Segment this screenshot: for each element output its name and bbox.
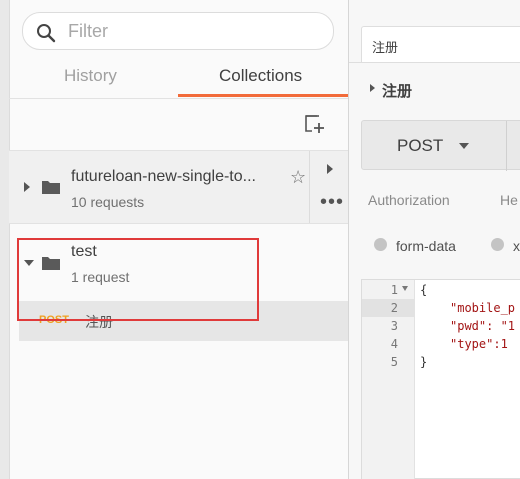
sidebar-edge: [0, 0, 10, 479]
collection-name: futureloan-new-single-to...: [71, 168, 256, 185]
code-line: "pwd": "1: [450, 319, 516, 333]
annotation-highlight-box: [17, 238, 259, 321]
urlencoded-label: x: [513, 238, 520, 254]
line-number: 4: [390, 337, 398, 351]
tab-divider: [9, 98, 348, 99]
line-gutter: 1 2 3 4 5: [362, 280, 415, 479]
line-number: 3: [390, 319, 398, 333]
fold-arrow-icon[interactable]: [402, 286, 408, 291]
open-collection-icon[interactable]: [327, 164, 333, 174]
url-divider: [506, 121, 507, 171]
method-select[interactable]: POST: [361, 120, 520, 171]
line-number: 5: [390, 355, 398, 369]
request-panel: 注册 注册 POST Authorization He form-data x …: [349, 0, 520, 479]
request-title: 注册: [382, 83, 413, 100]
form-data-label: form-data: [396, 238, 456, 254]
line-number: 1: [390, 283, 398, 297]
folder-icon: [42, 181, 60, 194]
tab-history[interactable]: History: [64, 66, 117, 86]
line-number: 2: [390, 301, 398, 315]
tab-headers[interactable]: He: [500, 192, 518, 208]
collection-request-count: 10 requests: [71, 194, 145, 210]
search-placeholder: Filter: [68, 21, 108, 41]
request-tab-label: 注册: [372, 40, 399, 55]
new-collection-icon[interactable]: [304, 114, 326, 134]
tab-collections[interactable]: Collections: [219, 66, 302, 86]
star-icon[interactable]: ☆: [290, 167, 306, 188]
tab-bar-divider: [349, 62, 520, 63]
tab-authorization[interactable]: Authorization: [368, 192, 450, 208]
radio-urlencoded[interactable]: [491, 238, 504, 251]
code-line: "type":1: [450, 337, 508, 351]
radio-form-data[interactable]: [374, 238, 387, 251]
sidebar: Filter History Collections futureloan-ne…: [0, 0, 348, 479]
active-tab-indicator: [178, 94, 348, 97]
method-label: POST: [397, 136, 444, 155]
body-editor[interactable]: 1 2 3 4 5 { "mobile_p "pwd": "1 "type":1…: [361, 279, 520, 479]
more-options-icon[interactable]: •••: [320, 191, 344, 214]
collection-item-futureloan[interactable]: futureloan-new-single-to... 10 requests …: [9, 150, 348, 224]
search-icon: [37, 24, 56, 43]
code-line: {: [420, 283, 428, 297]
search-input[interactable]: Filter: [22, 12, 334, 50]
request-tab[interactable]: 注册: [361, 26, 520, 63]
expand-caret-icon[interactable]: [24, 182, 30, 192]
expand-description-icon[interactable]: [370, 84, 375, 92]
code-line: }: [420, 355, 428, 369]
chevron-down-icon: [459, 143, 469, 149]
code-line: "mobile_p: [450, 301, 516, 315]
